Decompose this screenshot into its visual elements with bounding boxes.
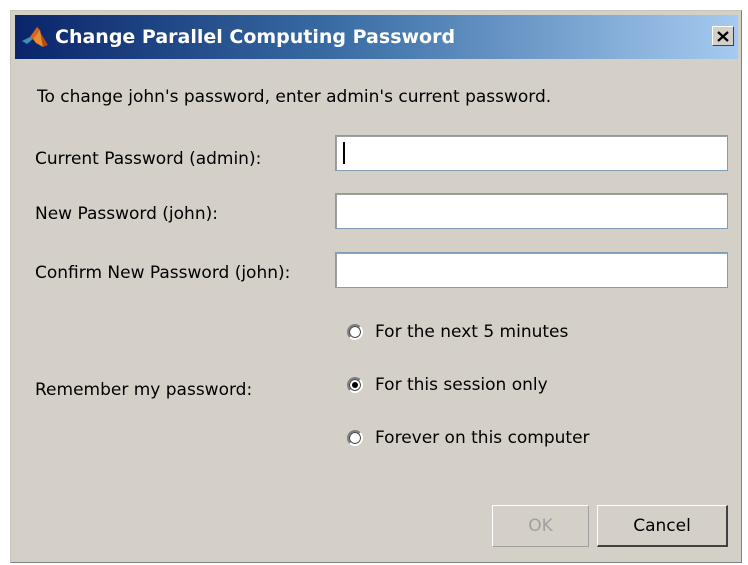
radio-label: For the next 5 minutes <box>375 322 569 342</box>
change-password-dialog: Change Parallel Computing Password To ch… <box>10 10 742 563</box>
window-title: Change Parallel Computing Password <box>55 26 456 48</box>
cancel-button[interactable]: Cancel <box>597 505 728 547</box>
new-password-field[interactable] <box>335 193 728 229</box>
current-password-field[interactable] <box>335 135 728 171</box>
new-password-label: New Password (john): <box>35 204 218 224</box>
radio-label: Forever on this computer <box>375 428 590 448</box>
confirm-password-field[interactable] <box>335 252 728 288</box>
text-caret <box>343 142 345 164</box>
radio-button[interactable] <box>347 430 363 446</box>
confirm-password-label: Confirm New Password (john): <box>35 263 291 283</box>
radio-option-session-only[interactable]: For this session only <box>347 373 548 397</box>
radio-button-selected[interactable] <box>347 377 363 393</box>
matlab-logo-icon <box>21 25 49 49</box>
title-bar[interactable]: Change Parallel Computing Password <box>15 15 738 59</box>
radio-option-5-minutes[interactable]: For the next 5 minutes <box>347 320 568 344</box>
close-icon <box>717 30 729 42</box>
current-password-label: Current Password (admin): <box>35 149 262 169</box>
radio-button[interactable] <box>347 324 363 340</box>
instruction-text: To change john's password, enter admin's… <box>37 87 552 107</box>
remember-password-label: Remember my password: <box>35 380 253 400</box>
radio-option-forever[interactable]: Forever on this computer <box>347 426 590 450</box>
close-button[interactable] <box>712 26 734 46</box>
ok-button[interactable]: OK <box>492 505 589 547</box>
radio-label: For this session only <box>375 375 548 395</box>
